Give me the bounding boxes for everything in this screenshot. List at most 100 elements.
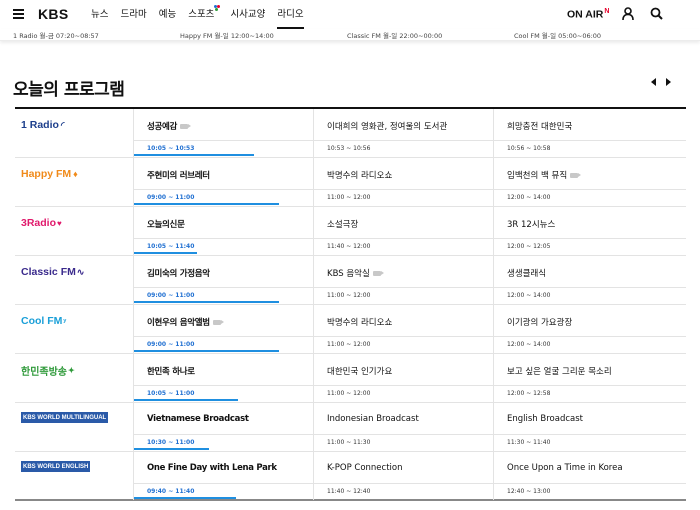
coolfm-logo[interactable]: Cool FM ʸ [21, 314, 66, 328]
progress-bar [134, 154, 254, 156]
program-time: 10:05 ~ 10:53 [147, 145, 195, 152]
video-camera-icon [180, 124, 189, 129]
program-title: 임백천의 백 뮤직 [507, 169, 579, 181]
schedule-table: 1 Radio ◜ 성공예감 10:05 ~ 10:53 이대희의 영화관, 정여울… [15, 107, 686, 501]
channel-row: 3Radio ♥ 오늘의신문 10:05 ~ 11:40 소설극장 11:40 ~ 1… [15, 207, 686, 256]
nav-news[interactable]: 뉴스 [91, 0, 108, 29]
channel-name: Happy FM [21, 168, 72, 180]
progress-bar [134, 399, 238, 401]
happyfm-logo[interactable]: Happy FM ♦ [21, 167, 78, 181]
program-cell[interactable]: 생생클래식 12:00 ~ 14:00 [493, 256, 686, 304]
program-time: 12:00 ~ 12:05 [507, 243, 551, 250]
ticker-item[interactable]: Classic FM 월-일 22:00~00:00 [347, 30, 442, 40]
hamburger-menu-icon[interactable] [13, 9, 24, 19]
program-cell[interactable]: 박명수의 라디오쇼 11:00 ~ 12:00 [313, 158, 493, 206]
program-cell[interactable]: 소설극장 11:40 ~ 12:00 [313, 207, 493, 255]
channel-name: 한민족방송 [21, 366, 67, 378]
program-cell[interactable]: 임백천의 백 뮤직 12:00 ~ 14:00 [493, 158, 686, 206]
onair-ticker: 1 Radio 월-금 07:20~08:57 Happy FM 월-일 12:… [0, 29, 700, 41]
program-cell[interactable]: 주현미의 러브레터 09:00 ~ 11:00 [133, 158, 313, 206]
new-badge: N [604, 8, 610, 15]
program-cell[interactable]: Once Upon a Time in Korea 12:40 ~ 13:00 [493, 452, 686, 500]
program-title-text: 임백천의 백 뮤직 [507, 171, 568, 181]
program-time: 10:05 ~ 11:40 [147, 243, 195, 250]
nav-drama[interactable]: 드라마 [120, 0, 146, 29]
program-cell[interactable]: English Broadcast 11:30 ~ 11:40 [493, 403, 686, 451]
program-cell[interactable]: Indonesian Broadcast 11:00 ~ 11:30 [313, 403, 493, 451]
next-arrow-icon[interactable] [666, 78, 671, 86]
heart-icon: ♥ [57, 218, 62, 228]
program-title-text: KBS 음악실 [327, 269, 370, 279]
program-time: 11:00 ~ 11:30 [327, 439, 371, 446]
kbs-logo[interactable]: KBS [38, 6, 68, 22]
channel-name: KBS WORLD ENGLISH [23, 463, 89, 470]
channel-name: 1 Radio [21, 119, 59, 131]
program-cell[interactable]: 한민족 하나로 10:05 ~ 11:00 [133, 354, 313, 402]
program-cell[interactable]: Vietnamese Broadcast 10:30 ~ 11:00 [133, 403, 313, 451]
classicfm-logo[interactable]: Classic FM ∿ [21, 265, 84, 279]
program-title: English Broadcast [507, 414, 583, 424]
nav-current-affairs[interactable]: 시사교양 [230, 0, 265, 29]
program-cell[interactable]: One Fine Day with Lena Park 09:40 ~ 11:40 [133, 452, 313, 500]
kbsworld-multilingual-logo[interactable]: KBS WORLD MULTILINGUAL [21, 412, 109, 423]
program-title: 오늘의신문 [147, 220, 185, 230]
hanminjok-logo[interactable]: 한민족방송 ✦ [21, 363, 75, 378]
program-time: 11:00 ~ 12:00 [327, 390, 371, 397]
program-cell[interactable]: 희망충전 대한민국 10:56 ~ 10:58 [493, 109, 686, 157]
program-title: 박명수의 라디오쇼 [327, 171, 393, 181]
program-cell[interactable]: 성공예감 10:05 ~ 10:53 [133, 109, 313, 157]
program-time: 12:00 ~ 14:00 [507, 194, 551, 201]
program-cell[interactable]: KBS 음악실 11:00 ~ 12:00 [313, 256, 493, 304]
program-time: 11:00 ~ 12:00 [327, 292, 371, 299]
ticker-item[interactable]: Happy FM 월-일 12:00~14:00 [180, 30, 274, 40]
channel-row: 한민족방송 ✦ 한민족 하나로 10:05 ~ 11:00 대한민국 인기가요 11:… [15, 354, 686, 403]
nav-sports-label: 스포츠 [188, 9, 215, 20]
program-cell[interactable]: 대한민국 인기가요 11:00 ~ 12:00 [313, 354, 493, 402]
top-navigation: KBS 뉴스 드라마 예능 스포츠 시사교양 라디오 ON AIRN [0, 0, 700, 29]
program-cell[interactable]: 오늘의신문 10:05 ~ 11:40 [133, 207, 313, 255]
program-title: 이대희의 영화관, 정여울의 도서관 [327, 122, 448, 132]
olympic-dots-icon [214, 5, 221, 11]
on-air-button[interactable]: ON AIRN [567, 8, 609, 21]
program-cell[interactable]: 이대희의 영화관, 정여울의 도서관 10:53 ~ 10:56 [313, 109, 493, 157]
ticker-item[interactable]: 1 Radio 월-금 07:20~08:57 [13, 30, 99, 40]
program-time: 09:00 ~ 11:00 [147, 341, 195, 348]
program-time: 11:40 ~ 12:40 [327, 488, 371, 495]
leaf-icon: ✦ [68, 365, 75, 375]
program-cell[interactable]: 이기광의 가요광장 12:00 ~ 14:00 [493, 305, 686, 353]
prev-arrow-icon[interactable] [651, 78, 656, 86]
program-cell[interactable]: 김미숙의 가정음악 09:00 ~ 11:00 [133, 256, 313, 304]
user-icon[interactable] [622, 7, 634, 20]
video-camera-icon [372, 271, 381, 276]
program-title: 대한민국 인기가요 [327, 367, 393, 377]
program-title: 이현우의 음악앨범 [147, 316, 221, 328]
1radio-logo[interactable]: 1 Radio ◜ [21, 118, 64, 132]
ticker-item[interactable]: Cool FM 월-일 05:00~06:00 [514, 30, 601, 40]
channel-name: Classic FM [21, 266, 76, 278]
program-cell[interactable]: 3R 12시뉴스 12:00 ~ 12:05 [493, 207, 686, 255]
program-time: 11:00 ~ 12:00 [327, 194, 371, 201]
program-cell[interactable]: 보고 싶은 얼굴 그리운 목소리 12:00 ~ 12:58 [493, 354, 686, 402]
program-title: 주현미의 러브레터 [147, 171, 210, 181]
search-icon[interactable] [650, 7, 663, 20]
program-title: 3R 12시뉴스 [507, 220, 556, 230]
program-time: 11:00 ~ 12:00 [327, 341, 371, 348]
kbsworld-english-logo[interactable]: KBS WORLD ENGLISH [21, 461, 91, 472]
channel-name: Cool FM [21, 315, 63, 327]
program-cell[interactable]: 박명수의 라디오쇼 11:00 ~ 12:00 [313, 305, 493, 353]
nav-sports[interactable]: 스포츠 [188, 0, 221, 29]
program-cell[interactable]: 이현우의 음악앨범 09:00 ~ 11:00 [133, 305, 313, 353]
nav-radio[interactable]: 라디오 [277, 0, 304, 29]
program-title: KBS 음악실 [327, 267, 381, 279]
program-title: One Fine Day with Lena Park [147, 463, 277, 473]
program-title: 생생클래식 [507, 269, 547, 279]
program-time: 12:40 ~ 13:00 [507, 488, 551, 495]
program-time: 10:05 ~ 11:00 [147, 390, 195, 397]
3radio-logo[interactable]: 3Radio ♥ [21, 216, 62, 230]
program-cell[interactable]: K-POP Connection 11:40 ~ 12:40 [313, 452, 493, 500]
program-title: Indonesian Broadcast [327, 414, 419, 424]
channel-name: 3Radio [21, 217, 57, 229]
program-title-text: 이현우의 음악앨범 [147, 318, 210, 328]
nav-entertainment[interactable]: 예능 [159, 0, 176, 29]
program-title: Vietnamese Broadcast [147, 414, 249, 424]
